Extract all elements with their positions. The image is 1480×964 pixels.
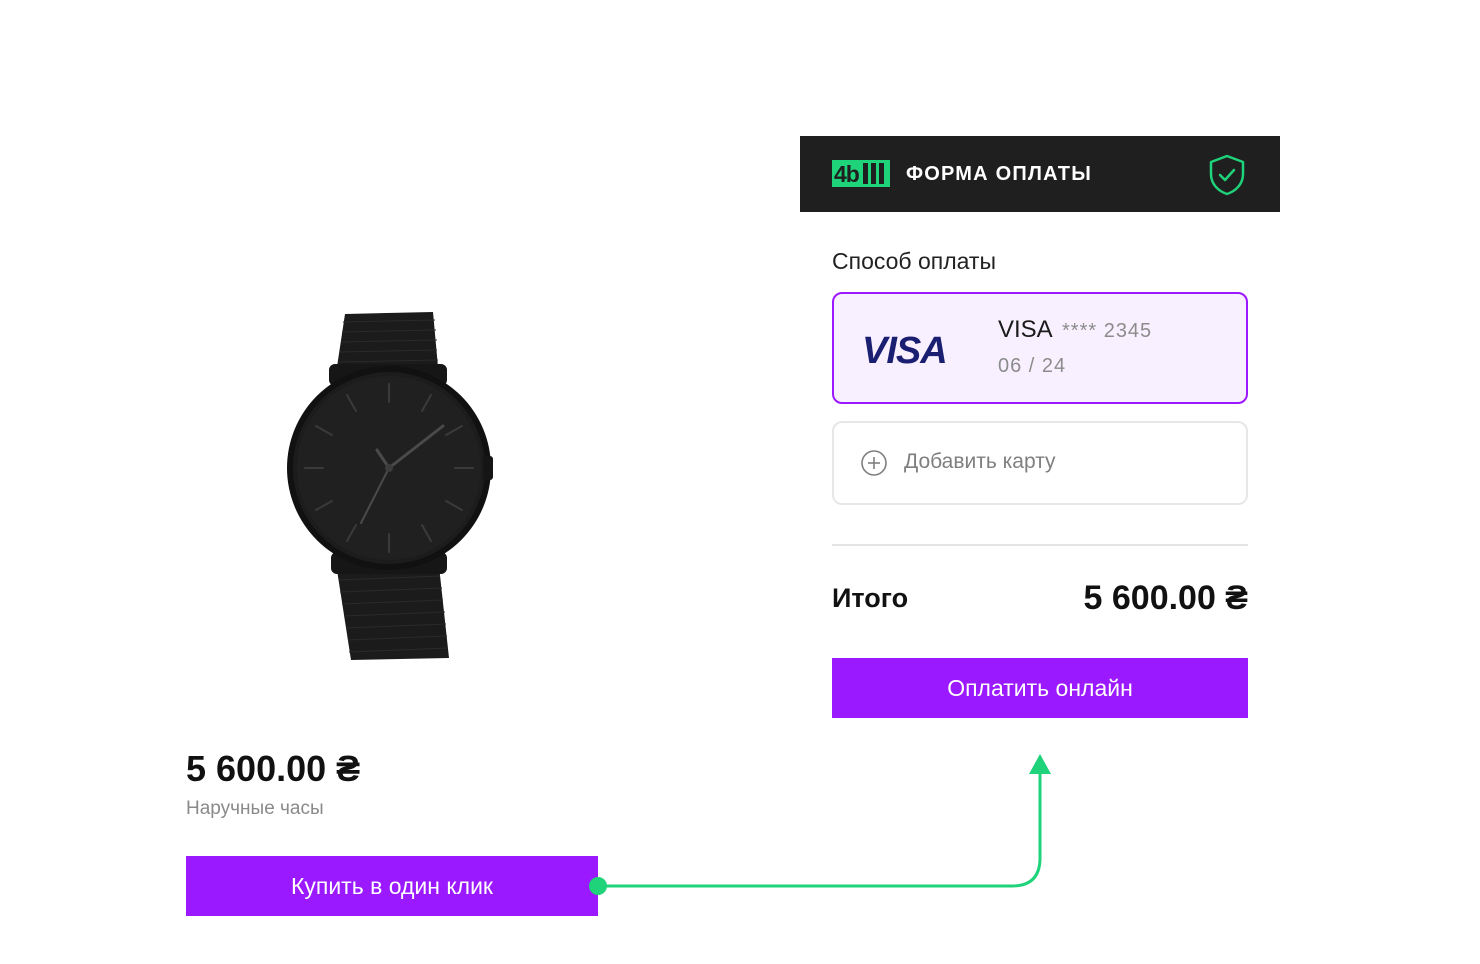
product-image-watch — [283, 308, 497, 664]
add-card-label: Добавить карту — [904, 450, 1056, 473]
visa-logo: VISA — [862, 330, 948, 372]
payment-form-header: 4b ФОРМА ОПЛАТЫ — [800, 136, 1280, 212]
svg-text:4b: 4b — [834, 161, 860, 187]
card-brand: VISA — [998, 316, 1053, 343]
add-card-button[interactable]: Добавить карту — [832, 421, 1248, 505]
shield-check-icon — [1208, 154, 1246, 196]
payment-form-title: ФОРМА ОПЛАТЫ — [906, 163, 1092, 185]
product-name: Наручные часы — [186, 798, 324, 819]
total-label: Итого — [832, 583, 909, 613]
plus-circle-icon — [861, 450, 887, 476]
card-expiry: 06 / 24 — [998, 355, 1067, 377]
divider — [832, 544, 1248, 546]
product-price: 5 600.00 ₴ — [186, 748, 361, 789]
buy-one-click-button[interactable]: Купить в один клик — [186, 856, 598, 916]
card-masked-number: **** 2345 — [1062, 320, 1153, 342]
pay-online-button[interactable]: Оплатить онлайн — [832, 658, 1248, 718]
total-value: 5 600.00 ₴ — [1083, 579, 1248, 617]
saved-card-option[interactable]: VISA VISA **** 2345 06 / 24 — [832, 292, 1248, 404]
payment-method-label: Способ оплаты — [832, 248, 996, 274]
brand-logo: 4b — [832, 160, 890, 187]
